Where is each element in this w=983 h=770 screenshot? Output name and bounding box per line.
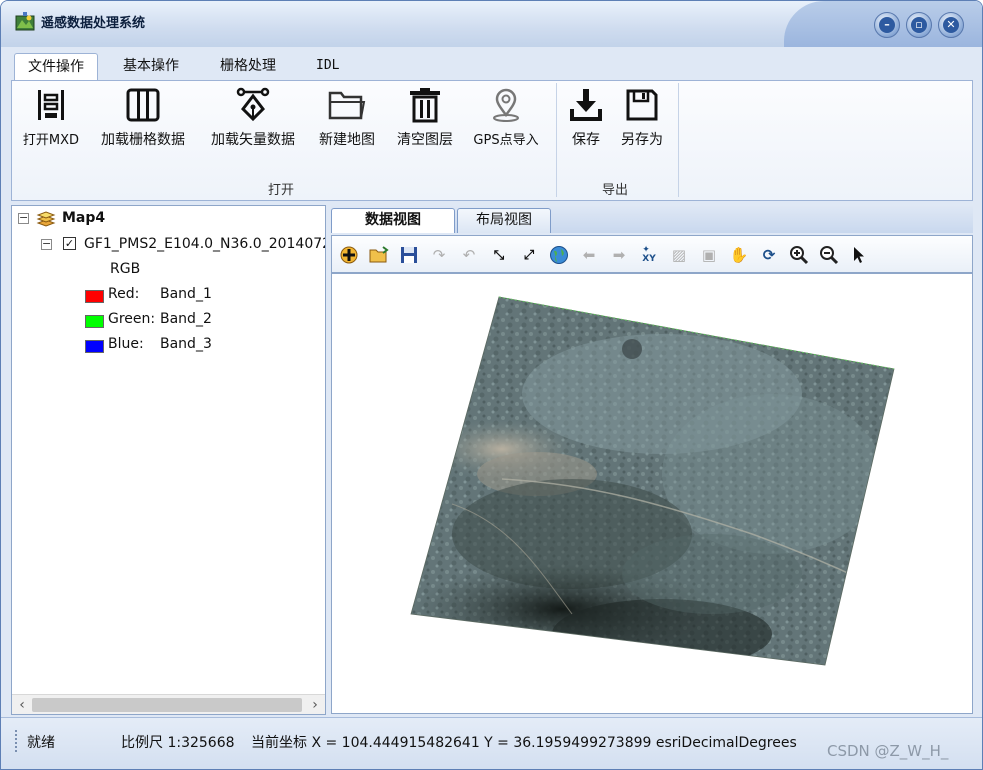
minimize-icon: – bbox=[879, 17, 895, 33]
full-extent-globe-icon[interactable] bbox=[548, 244, 570, 266]
horizontal-scrollbar[interactable]: ‹ › bbox=[12, 694, 325, 714]
tab-data-view[interactable]: 数据视图 bbox=[331, 208, 455, 233]
undo-icon[interactable]: ↶ bbox=[458, 244, 480, 266]
clear-layers-label: 清空图层 bbox=[397, 132, 453, 148]
new-map-button[interactable]: 新建地图 bbox=[314, 87, 380, 153]
save-as-button[interactable]: 另存为 bbox=[614, 87, 670, 153]
collapse-map-toggle[interactable]: − bbox=[18, 212, 29, 224]
map-toolbar: ↷ ↶ ⤡ ⤢ ⬅ ➡ ✦ XY ▨ ▣ ✋ ⟳ bbox=[331, 235, 973, 273]
tab-layout-view[interactable]: 布局视图 bbox=[457, 208, 551, 233]
band-blue-name: Band_3 bbox=[160, 336, 212, 352]
map-layers-icon bbox=[36, 211, 56, 227]
maximize-button[interactable]: ▫ bbox=[906, 12, 932, 38]
save-label: 保存 bbox=[572, 132, 600, 148]
identify-icon[interactable]: ▨ bbox=[668, 244, 690, 266]
layer-tree-panel: − Map4 − ✓ GF1_PMS2_E104.0_N36.0_2014072… bbox=[11, 205, 326, 715]
save-button[interactable]: 保存 bbox=[564, 87, 608, 153]
tab-idl[interactable]: IDL bbox=[303, 53, 352, 81]
red-swatch bbox=[85, 290, 104, 303]
open-mxd-button[interactable]: 打开MXD bbox=[20, 87, 82, 153]
minimize-button[interactable]: – bbox=[874, 12, 900, 38]
band-red-channel: Red: bbox=[108, 286, 140, 302]
group-label-export: 导出 bbox=[602, 183, 629, 198]
save-disk-icon bbox=[626, 89, 658, 121]
zoom-out-icon[interactable] bbox=[818, 244, 840, 266]
open-mxd-label: 打开MXD bbox=[22, 133, 80, 148]
green-swatch bbox=[85, 315, 104, 328]
status-scale: 比例尺 1:325668 bbox=[121, 735, 235, 751]
pointer-icon[interactable] bbox=[848, 244, 870, 266]
zoom-in-icon[interactable] bbox=[788, 244, 810, 266]
gps-import-label: GPS点导入 bbox=[473, 133, 539, 148]
satellite-raster-image[interactable] bbox=[332, 274, 972, 713]
status-grip bbox=[15, 730, 17, 752]
new-map-label: 新建地图 bbox=[319, 132, 375, 148]
status-coordinates: 当前坐标 X = 104.444915482641 Y = 36.1959499… bbox=[251, 735, 797, 751]
ribbon-panel: 打开MXD 加载栅格数据 加载矢量数据 新建地图 清空图层 GPS点导入 打开 … bbox=[11, 80, 973, 201]
collapse-layer-toggle[interactable]: − bbox=[41, 238, 52, 250]
tab-basic-operations[interactable]: 基本操作 bbox=[110, 53, 192, 81]
map-display[interactable] bbox=[331, 273, 973, 714]
blue-swatch bbox=[85, 340, 104, 353]
layer-name[interactable]: GF1_PMS2_E104.0_N36.0_2014072 bbox=[84, 233, 325, 255]
fixed-zoom-in-icon[interactable]: ⤡ bbox=[488, 244, 510, 266]
fixed-zoom-out-icon[interactable]: ⤢ bbox=[518, 244, 540, 266]
maximize-icon: ▫ bbox=[911, 17, 927, 33]
tab-raster-processing[interactable]: 栅格处理 bbox=[207, 53, 289, 81]
load-raster-label: 加载栅格数据 bbox=[101, 132, 185, 148]
status-bar: 就绪 比例尺 1:325668 当前坐标 X = 104.44491548264… bbox=[1, 717, 982, 769]
trash-icon bbox=[410, 88, 440, 123]
add-data-icon[interactable] bbox=[338, 244, 360, 266]
vector-pen-icon bbox=[236, 87, 270, 122]
band-green-name: Band_2 bbox=[160, 311, 212, 327]
load-vector-button[interactable]: 加载矢量数据 bbox=[204, 87, 302, 153]
app-logo-icon bbox=[15, 12, 35, 31]
scrollbar-thumb[interactable] bbox=[32, 698, 302, 712]
download-icon bbox=[570, 89, 602, 121]
title-bar[interactable]: 遥感数据处理系统 – ▫ ✕ bbox=[1, 1, 982, 47]
clear-layers-button[interactable]: 清空图层 bbox=[392, 87, 458, 153]
load-vector-label: 加载矢量数据 bbox=[211, 132, 295, 148]
band-blue-channel: Blue: bbox=[108, 336, 144, 352]
gps-import-button[interactable]: GPS点导入 bbox=[468, 87, 544, 153]
app-window: 遥感数据处理系统 – ▫ ✕ 文件操作 基本操作 栅格处理 IDL 打开MXD bbox=[0, 0, 983, 770]
group-separator bbox=[556, 83, 557, 197]
save-as-label: 另存为 bbox=[621, 132, 663, 148]
save-icon[interactable] bbox=[398, 244, 420, 266]
scroll-right-icon[interactable]: › bbox=[307, 697, 323, 713]
watermark: CSDN @Z_W_H_ bbox=[827, 742, 949, 760]
load-raster-button[interactable]: 加载栅格数据 bbox=[94, 87, 192, 153]
folder-icon bbox=[328, 91, 366, 120]
layer-visibility-checkbox[interactable]: ✓ bbox=[63, 237, 76, 250]
forward-arrow-icon[interactable]: ➡ bbox=[608, 244, 630, 266]
band-green-channel: Green: bbox=[108, 311, 156, 327]
group-label-open: 打开 bbox=[268, 183, 295, 198]
band-red-name: Band_1 bbox=[160, 286, 212, 302]
select-feature-icon[interactable]: ▣ bbox=[698, 244, 720, 266]
location-pin-icon bbox=[493, 88, 519, 122]
renderer-label: RGB bbox=[110, 261, 141, 277]
refresh-icon[interactable]: ⟳ bbox=[758, 244, 780, 266]
status-ready: 就绪 bbox=[27, 735, 55, 751]
ribbon-tab-strip: 文件操作 基本操作 栅格处理 IDL bbox=[11, 51, 973, 81]
close-icon: ✕ bbox=[943, 17, 959, 33]
scroll-left-icon[interactable]: ‹ bbox=[14, 697, 30, 713]
open-folder-icon[interactable] bbox=[368, 244, 390, 266]
raster-grid-icon bbox=[126, 88, 160, 122]
map-view-tab-strip: 数据视图 布局视图 bbox=[331, 205, 973, 233]
group-separator bbox=[678, 83, 679, 197]
open-mxd-icon bbox=[38, 90, 64, 120]
redo-icon[interactable]: ↷ bbox=[428, 244, 450, 266]
xy-coordinate-icon[interactable]: ✦ XY bbox=[638, 244, 660, 266]
close-button[interactable]: ✕ bbox=[938, 12, 964, 38]
tab-file-operations[interactable]: 文件操作 bbox=[14, 53, 98, 81]
map-name[interactable]: Map4 bbox=[62, 207, 105, 229]
pan-hand-icon[interactable]: ✋ bbox=[728, 244, 750, 266]
window-title: 遥感数据处理系统 bbox=[41, 16, 146, 31]
back-arrow-icon[interactable]: ⬅ bbox=[578, 244, 600, 266]
